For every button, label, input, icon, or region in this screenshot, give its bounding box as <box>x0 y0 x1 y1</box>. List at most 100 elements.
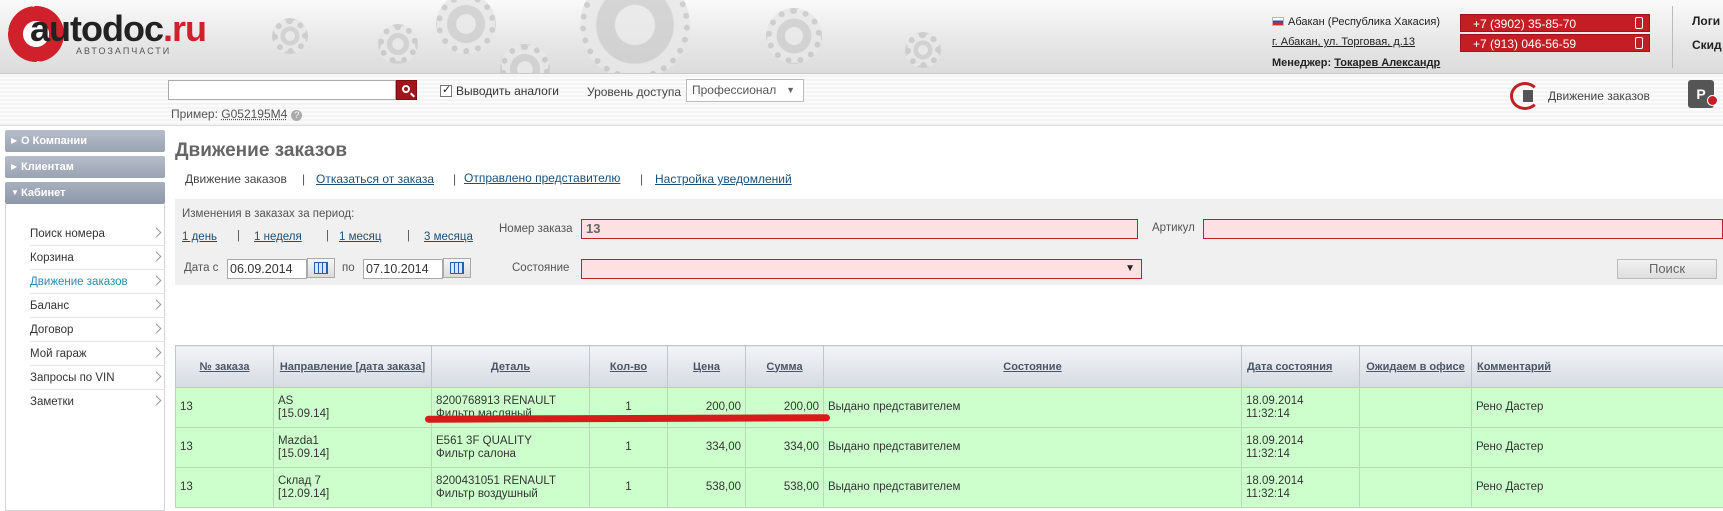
tab-order-movement[interactable]: Движение заказов <box>185 172 287 186</box>
sidebar-section-clients[interactable]: ▶ Клиентам <box>5 156 165 178</box>
logo-tld-text: .ru <box>163 8 206 49</box>
phone-button-1[interactable]: +7 (3902) 35-85-70 <box>1460 14 1650 32</box>
column-header-price[interactable]: Цена <box>668 346 746 388</box>
sidebar-item-notes[interactable]: Заметки <box>30 390 164 413</box>
tab-separator: | <box>302 172 305 186</box>
table-row: 13 Mazda1 [15.09.14] E561 3F QUALITY Фильт… <box>176 428 1723 468</box>
sidebar-item-label: Запросы по VIN <box>30 372 115 384</box>
calendar-icon <box>450 262 464 274</box>
period-1-month-link[interactable]: 1 месяц <box>339 231 381 243</box>
column-header-expected[interactable]: Ожидаем в офисе <box>1360 346 1472 388</box>
phone-button-2[interactable]: +7 (913) 046-56-59 <box>1460 34 1650 52</box>
region-selector[interactable]: Абакан (Республика Хакасия) <box>1272 16 1440 28</box>
gear-decoration <box>580 0 690 74</box>
part-code: 8200431051 RENAULT <box>436 475 556 487</box>
column-header-state-date[interactable]: Дата состояния <box>1242 346 1360 388</box>
discount-link[interactable]: Скид <box>1692 38 1722 52</box>
chevron-right-icon <box>152 251 162 261</box>
state-date-cell: 18.09.2014 11:32:14 <box>1242 428 1360 468</box>
sidebar-item-number-search[interactable]: Поиск номера <box>30 222 164 246</box>
sidebar-item-vin-requests[interactable]: Запросы по VIN <box>30 366 164 390</box>
order-number-cell: 13 <box>176 388 274 428</box>
sum-cell: 334,00 <box>746 428 824 468</box>
column-header-order-number[interactable]: № заказа <box>176 346 274 388</box>
sidebar-item-label: Договор <box>30 324 73 336</box>
sum-cell: 538,00 <box>746 468 824 508</box>
period-1-day-link[interactable]: 1 день <box>182 231 217 243</box>
part-cell: 8200431051 RENAULT Фильтр воздушный <box>432 468 590 508</box>
tab-sent-to-representative[interactable]: Отправлено представителю <box>464 171 620 185</box>
chevron-down-icon: ▼ <box>786 80 795 101</box>
chevron-right-icon: ▶ <box>11 156 17 178</box>
period-1-week-link[interactable]: 1 неделя <box>254 231 302 243</box>
state-time: 11:32:14 <box>1246 408 1290 420</box>
tab-notification-settings[interactable]: Настройка уведомлений <box>655 172 792 186</box>
tab-cancel-order[interactable]: Отказаться от заказа <box>316 172 434 186</box>
show-analogs-checkbox[interactable]: Выводить аналоги <box>440 84 559 98</box>
part-code: E561 3F QUALITY <box>436 435 532 447</box>
sidebar-item-cart[interactable]: Корзина <box>30 246 164 270</box>
sidebar-item-balance[interactable]: Баланс <box>30 294 164 318</box>
article-input[interactable] <box>1203 219 1723 239</box>
comment-cell: Рено Дастер <box>1472 388 1723 428</box>
sidebar-item-order-movement[interactable]: Движение заказов <box>30 270 164 294</box>
column-header-direction[interactable]: Направление [дата заказа] <box>274 346 432 388</box>
login-link[interactable]: Логи <box>1692 14 1720 28</box>
office-address-link[interactable]: г. Абакан, ул. Торговая, д.13 <box>1272 36 1415 48</box>
state-date: 18.09.2014 <box>1246 435 1304 447</box>
payment-icon[interactable]: P <box>1688 80 1714 108</box>
part-code: 8200768913 RENAULT <box>436 395 556 407</box>
filter-search-button[interactable]: Поиск <box>1617 259 1717 279</box>
help-icon[interactable]: ? <box>291 110 302 121</box>
order-number-input[interactable]: 13 <box>581 219 1138 239</box>
sidebar-item-contract[interactable]: Договор <box>30 318 164 342</box>
part-search-input[interactable] <box>168 80 396 100</box>
region-name: Абакан (Республика Хакасия) <box>1288 16 1440 28</box>
sidebar-section-cabinet[interactable]: ▼ Кабинет <box>5 182 165 204</box>
column-header-state[interactable]: Состояние <box>824 346 1242 388</box>
sidebar-item-label: Заметки <box>30 396 74 408</box>
manager-name-link[interactable]: Токарев Александр <box>1334 57 1440 69</box>
quantity-cell: 1 <box>590 468 668 508</box>
column-header-part[interactable]: Деталь <box>432 346 590 388</box>
state-date-cell: 18.09.2014 11:32:14 <box>1242 468 1360 508</box>
order-number-cell: 13 <box>176 468 274 508</box>
show-analogs-label: Выводить аналоги <box>456 84 559 98</box>
tab-separator: | <box>453 172 456 186</box>
access-level-label: Уровень доступа <box>587 85 681 99</box>
site-logo[interactable]: autodoc.ru АВТОЗАПЧАСТИ <box>8 6 204 62</box>
search-button[interactable] <box>396 80 417 100</box>
part-name: Фильтр воздушный <box>436 488 538 500</box>
state-date: 18.09.2014 <box>1246 395 1304 407</box>
access-level-select[interactable]: Профессионал ▼ <box>686 79 804 102</box>
date-from-calendar-button[interactable] <box>307 258 335 278</box>
chevron-right-icon <box>152 275 162 285</box>
sidebar-item-label: Движение заказов <box>30 276 128 288</box>
date-to-calendar-button[interactable] <box>443 258 471 278</box>
example-code-link[interactable]: G052195M4 <box>221 107 287 121</box>
state-date-cell: 18.09.2014 11:32:14 <box>1242 388 1360 428</box>
state-time: 11:32:14 <box>1246 448 1290 460</box>
column-header-quantity[interactable]: Кол-во <box>590 346 668 388</box>
period-3-months-link[interactable]: 3 месяца <box>424 231 473 243</box>
order-date: [15.09.14] <box>278 408 329 420</box>
date-from-input[interactable] <box>227 259 307 279</box>
sidebar-item-garage[interactable]: Мой гараж <box>30 342 164 366</box>
price-cell: 538,00 <box>668 468 746 508</box>
sidebar-section-company[interactable]: ▶ О Компании <box>5 130 165 152</box>
order-movement-shortcut[interactable]: Движение заказов <box>1510 80 1660 112</box>
order-date: [15.09.14] <box>278 448 329 460</box>
access-level-value: Профессионал <box>692 83 776 97</box>
column-header-sum[interactable]: Сумма <box>746 346 824 388</box>
state-select[interactable]: ▼ <box>581 259 1142 279</box>
table-row: 13 AS [15.09.14] 8200768913 RENAULT Фильтр… <box>176 388 1723 428</box>
direction-name: Mazda1 <box>278 435 319 447</box>
period-separator: | <box>326 230 329 242</box>
sidebar-item-label: Баланс <box>30 300 69 312</box>
sidebar-item-label: Мой гараж <box>30 348 87 360</box>
date-to-input[interactable] <box>363 259 443 279</box>
column-header-comment[interactable]: Комментарий <box>1472 346 1723 388</box>
annotation-underline <box>425 414 830 422</box>
article-label: Артикул <box>1152 222 1195 234</box>
search-icon <box>402 85 410 93</box>
